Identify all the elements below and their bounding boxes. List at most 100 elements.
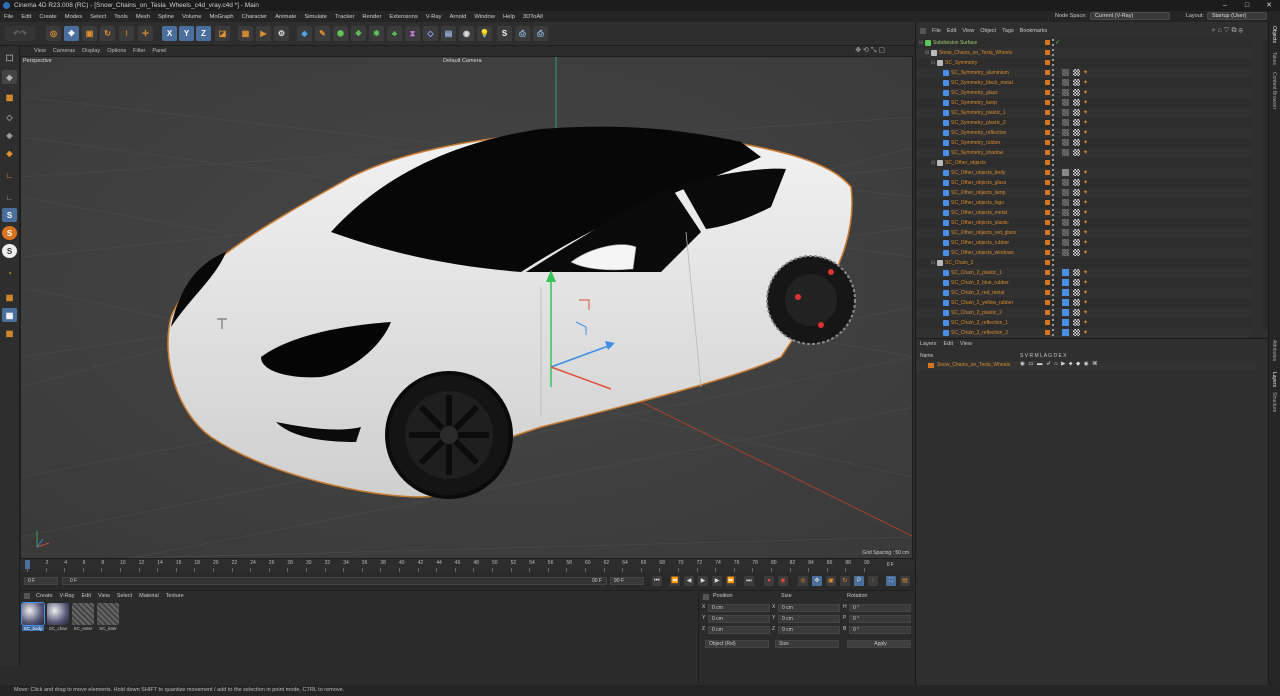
record-icon[interactable]: ● [764,576,774,586]
visibility-dots-icon[interactable] [1052,299,1054,306]
menu-help[interactable]: Help [503,14,515,20]
object-name[interactable]: SC_Other_objects_metal [951,208,1007,218]
sky-icon[interactable]: ▤ [441,26,456,41]
texture-tag-icon[interactable] [1073,129,1080,136]
object-name[interactable]: SC_Other_objects_red_glass [951,228,1016,238]
material-tag-icon[interactable] [1062,179,1069,186]
material-menu-select[interactable]: Select [117,593,132,599]
vray-tag-icon[interactable]: ✦ [1083,168,1088,178]
make-editable-icon[interactable]: ⬚ [2,50,17,64]
texture-tag-icon[interactable] [1073,279,1080,286]
material-menu-texture[interactable]: Texture [166,593,184,599]
material-menu-material[interactable]: Material [139,593,159,599]
object-menu-file[interactable]: File [932,28,941,34]
locked-workplane-icon[interactable]: ◔ [2,266,17,280]
edges-mode-icon[interactable]: ◆ [2,128,17,142]
layer-flag-icons[interactable]: ◉ ▭ ▬ ↲ ⌂ ▶ ♣ ◆ ◉ ⌘ [1020,361,1099,367]
vray-toolbar-icon[interactable]: ⎙ [515,26,530,41]
object-name[interactable]: SC_Other_objects_lamp [951,188,1005,198]
key-rotation-icon[interactable]: ↻ [840,576,850,586]
object-row[interactable]: SC_Chain_2_blue_rubber ✦ [916,278,1252,288]
object-menu-object[interactable]: Object [980,28,996,34]
render-settings-icon[interactable]: ⚙ [274,26,289,41]
visibility-dots-icon[interactable] [1052,329,1054,336]
object-row[interactable]: ⊟ SC_Symmetry [916,58,1252,68]
menu-tools[interactable]: Tools [114,14,128,20]
menu-spline[interactable]: Spline [158,14,174,20]
go-to-end-icon[interactable]: ⏭ [744,576,754,586]
visibility-dots-icon[interactable] [1052,49,1054,56]
texture-tag-icon[interactable] [1073,289,1080,296]
material-tag-icon[interactable] [1062,289,1069,296]
material-tag-icon[interactable] [1062,229,1069,236]
texture-tag-icon[interactable] [1073,89,1080,96]
vray-render-icon[interactable]: ⎙ [533,26,548,41]
rotation-b-field[interactable]: 0 ° [849,626,911,634]
object-row[interactable]: SC_Symmetry_rubber ✦ [916,138,1252,148]
solo-icon[interactable]: ▦ [2,290,17,304]
visibility-dots-icon[interactable] [1052,269,1054,276]
texture-tag-icon[interactable] [1073,79,1080,86]
visibility-dots-icon[interactable] [1052,319,1054,326]
timeline-layout-icon[interactable]: ▤ [900,576,910,586]
visibility-dots-icon[interactable] [1052,189,1054,196]
texture-tag-icon[interactable] [1073,199,1080,206]
expand-toggle-icon[interactable]: ⊟ [919,38,923,48]
solo-selection-icon[interactable]: ▦ [2,326,17,340]
visibility-dots-icon[interactable] [1052,129,1054,136]
cloner-icon[interactable]: ❖ [351,26,366,41]
texture-tag-icon[interactable] [1073,149,1080,156]
z-axis-lock-icon[interactable]: Z [196,26,211,41]
field-icon[interactable]: ⧗ [405,26,420,41]
viewport-nav-icons[interactable]: ✥ ⟲ ⤡ ▢ [855,46,885,55]
texture-tag-icon[interactable] [1073,229,1080,236]
vray-tag-icon[interactable]: ✦ [1083,228,1088,238]
light-icon[interactable]: 💡 [477,26,492,41]
texture-tag-icon[interactable] [1073,99,1080,106]
undo-redo-icon[interactable]: ↶↷ [5,26,35,41]
mograph-icon[interactable]: ♣ [387,26,402,41]
object-name[interactable]: Subdivision Surface [933,38,977,48]
vray-tag-icon[interactable]: ✦ [1083,278,1088,288]
menu-render[interactable]: Render [362,14,381,20]
menu-select[interactable]: Select [90,14,106,20]
render-view-icon[interactable]: ▦ [238,26,253,41]
visibility-dots-icon[interactable] [1052,229,1054,236]
motion-mode-icon[interactable]: ⛶ [886,576,896,586]
object-menu-bookmarks[interactable]: Bookmarks [1020,28,1048,34]
object-name[interactable]: SC_Symmetry_plastic_1 [951,108,1006,118]
visibility-dots-icon[interactable] [1052,69,1054,76]
material-menu-view[interactable]: View [98,593,110,599]
object-menu-view[interactable]: View [962,28,974,34]
object-row[interactable]: SC_Chain_2_reflection_2 ✦ [916,328,1252,338]
object-row[interactable]: SC_Chain_2_plastic_2 ✦ [916,308,1252,318]
visibility-dots-icon[interactable] [1052,279,1054,286]
visibility-dots-icon[interactable] [1052,249,1054,256]
menu-vray[interactable]: V-Ray [426,14,442,20]
material-tag-icon[interactable] [1062,199,1069,206]
object-row[interactable]: SC_Chain_2_reflection_1 ✦ [916,318,1252,328]
node-space-dropdown[interactable]: Current (V-Ray) [1089,12,1170,20]
size-x-field[interactable]: 0 cm [778,604,840,612]
material-tag-icon[interactable] [1062,149,1069,156]
object-row[interactable]: SC_Other_objects_rubber ✦ [916,238,1252,248]
material-tag-icon[interactable] [1062,119,1069,126]
object-row[interactable]: SC_Chain_2_plastic_1 ✦ [916,268,1252,278]
visibility-dots-icon[interactable] [1052,149,1054,156]
material-tag-icon[interactable] [1062,209,1069,216]
object-row[interactable]: SC_Other_objects_glass ✦ [916,178,1252,188]
vray-tag-icon[interactable]: ✦ [1083,108,1088,118]
layer-menu-view[interactable]: View [960,341,972,347]
visibility-dots-icon[interactable] [1052,89,1054,96]
layer-menu-layers[interactable]: Layers [920,341,937,347]
object-name[interactable]: SC_Symmetry_shadow [951,148,1003,158]
coordinate-system-icon[interactable]: ◪ [215,26,230,41]
material-tag-icon[interactable] [1062,139,1069,146]
object-row[interactable]: SC_Symmetry_lamp ✦ [916,98,1252,108]
visibility-dots-icon[interactable] [1052,99,1054,106]
menu-volume[interactable]: Volume [182,14,201,20]
menu-animate[interactable]: Animate [275,14,296,20]
menu-edit[interactable]: Edit [21,14,31,20]
material-menu-edit[interactable]: Edit [82,593,91,599]
object-name[interactable]: SC_Chain_2_red_metal [951,288,1004,298]
